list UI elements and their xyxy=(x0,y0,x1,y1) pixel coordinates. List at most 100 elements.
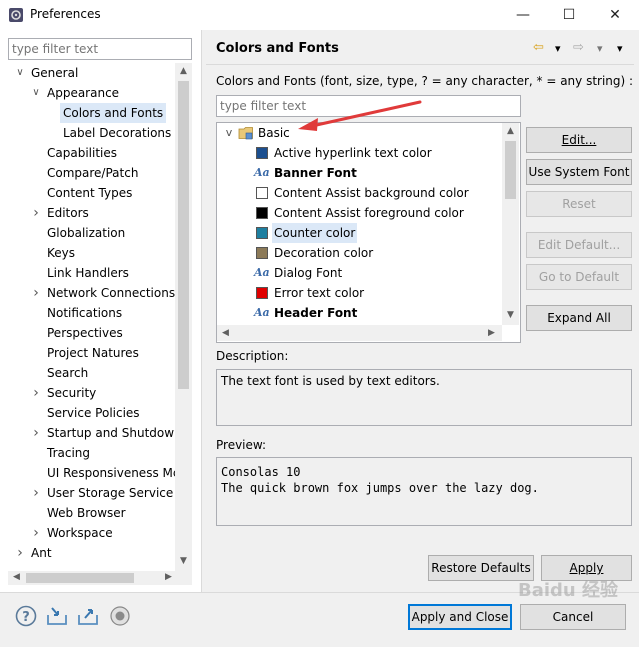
tree-item[interactable]: ∨ Appearance xyxy=(32,83,119,103)
tree-item[interactable]: › Ant xyxy=(17,543,51,563)
font-item[interactable]: Aa Header Font xyxy=(217,303,500,323)
tree-item[interactable]: Globalization xyxy=(47,223,125,243)
tree-vertical-scrollbar[interactable]: ▲ ▼ xyxy=(175,63,192,571)
expand-all-button[interactable]: Expand All xyxy=(526,305,632,331)
color-item[interactable]: Content Assist background color xyxy=(217,183,500,203)
scroll-down-arrow-icon[interactable]: ▼ xyxy=(502,307,519,324)
close-button[interactable]: ✕ xyxy=(592,0,638,30)
apply-label: Apply xyxy=(569,561,604,575)
tree-item[interactable]: › User Storage Service xyxy=(33,483,174,503)
help-icon[interactable]: ? xyxy=(15,605,37,627)
back-arrow-icon[interactable]: ⇦ xyxy=(533,40,544,55)
scroll-thumb[interactable] xyxy=(26,573,134,583)
collapsed-twisty-icon[interactable]: › xyxy=(31,523,41,543)
collapsed-twisty-icon[interactable]: › xyxy=(15,543,25,563)
tree-item[interactable]: › Network Connections xyxy=(33,283,175,303)
list-horizontal-scrollbar[interactable]: ◀ ▶ xyxy=(217,325,502,341)
collapsed-twisty-icon[interactable]: › xyxy=(31,283,41,303)
export-icon[interactable] xyxy=(77,605,99,627)
tree-item[interactable]: Tracing xyxy=(47,443,90,463)
color-item[interactable]: Decoration color xyxy=(217,243,500,263)
collapsed-twisty-icon[interactable]: › xyxy=(31,483,41,503)
tree-item-label: User Storage Service xyxy=(47,486,174,500)
record-icon[interactable] xyxy=(109,605,131,627)
color-item[interactable]: Active hyperlink text color xyxy=(217,143,500,163)
forward-dropdown-icon[interactable]: ▾ xyxy=(597,42,603,55)
back-dropdown-icon[interactable]: ▾ xyxy=(555,42,561,55)
scroll-down-arrow-icon[interactable]: ▼ xyxy=(175,553,192,570)
color-swatch-icon xyxy=(256,227,268,239)
reset-label: Reset xyxy=(562,197,596,211)
scroll-thumb[interactable] xyxy=(178,81,189,389)
tree-item[interactable]: Service Policies xyxy=(47,403,140,423)
tree-item[interactable]: Project Natures xyxy=(47,343,139,363)
description-text: The text font is used by text editors. xyxy=(221,374,440,388)
scroll-thumb[interactable] xyxy=(505,141,516,199)
scroll-left-arrow-icon[interactable]: ◀ xyxy=(217,325,234,342)
collapsed-twisty-icon[interactable]: › xyxy=(31,203,41,223)
reset-button[interactable]: Reset xyxy=(526,191,632,217)
color-item[interactable]: Counter color xyxy=(217,223,500,243)
item-label: Counter color xyxy=(272,223,358,243)
apply-button[interactable]: Apply xyxy=(541,555,632,581)
tree-item[interactable]: › Workspace xyxy=(33,523,112,543)
use-system-font-button[interactable]: Use System Font xyxy=(526,159,632,185)
tree-item-label: Colors and Fonts xyxy=(63,106,164,120)
tree-item[interactable]: UI Responsiveness Mc xyxy=(47,463,175,483)
scroll-left-arrow-icon[interactable]: ◀ xyxy=(8,569,25,586)
colors-filter-input[interactable] xyxy=(217,96,520,116)
expanded-twisty-icon[interactable]: ∨ xyxy=(31,83,41,103)
scroll-right-arrow-icon[interactable]: ▶ xyxy=(483,325,500,342)
pane-divider[interactable] xyxy=(201,30,202,592)
tree-category-basic[interactable]: v Basic xyxy=(217,123,500,143)
edit-button[interactable]: Edit... xyxy=(526,127,632,153)
tree-item[interactable]: Web Browser xyxy=(47,503,126,523)
go-to-default-button[interactable]: Go to Default xyxy=(526,264,632,290)
color-item[interactable]: Content Assist foreground color xyxy=(217,203,500,223)
tree-horizontal-scrollbar[interactable]: ◀ ▶ xyxy=(8,571,192,585)
import-icon[interactable] xyxy=(46,605,68,627)
tree-item[interactable]: Label Decorations xyxy=(63,123,171,143)
list-vertical-scrollbar[interactable]: ▲ ▼ xyxy=(502,123,519,325)
tree-item-label: Content Types xyxy=(47,186,133,200)
expanded-twisty-icon[interactable]: ∨ xyxy=(15,63,25,83)
font-item[interactable]: Aa Banner Font xyxy=(217,163,500,183)
apply-and-close-button[interactable]: Apply and Close xyxy=(408,604,512,630)
expand-twisty-icon[interactable]: v xyxy=(224,123,234,143)
tree-item-label: Network Connections xyxy=(47,286,175,300)
view-menu-icon[interactable]: ▾ xyxy=(617,42,623,55)
scroll-up-arrow-icon[interactable]: ▲ xyxy=(502,123,519,140)
tree-item[interactable]: Compare/Patch xyxy=(47,163,138,183)
forward-arrow-icon[interactable]: ⇨ xyxy=(573,40,584,55)
tree-item[interactable]: Notifications xyxy=(47,303,122,323)
tree-filter-field[interactable] xyxy=(8,38,192,60)
tree-item[interactable]: Link Handlers xyxy=(47,263,129,283)
colors-filter-field[interactable] xyxy=(216,95,521,117)
tree-item[interactable]: › Editors xyxy=(33,203,89,223)
tree-item[interactable]: Colors and Fonts xyxy=(60,103,167,123)
tree-filter-input[interactable] xyxy=(9,39,191,59)
scroll-right-arrow-icon[interactable]: ▶ xyxy=(160,569,177,586)
tree-item[interactable]: Perspectives xyxy=(47,323,123,343)
tree-item[interactable]: › Security xyxy=(33,383,96,403)
cancel-button[interactable]: Cancel xyxy=(520,604,626,630)
collapsed-twisty-icon[interactable]: › xyxy=(31,383,41,403)
tree-item[interactable]: Keys xyxy=(47,243,75,263)
edit-default-button[interactable]: Edit Default... xyxy=(526,232,632,258)
collapsed-twisty-icon[interactable]: › xyxy=(31,423,41,443)
tree-item-label: Link Handlers xyxy=(47,266,129,280)
restore-defaults-button[interactable]: Restore Defaults xyxy=(428,555,534,581)
tree-item[interactable]: ∨ General xyxy=(16,63,78,83)
tree-item[interactable]: Content Types xyxy=(47,183,132,203)
color-swatch-icon xyxy=(256,287,268,299)
color-item[interactable]: Error text color xyxy=(217,283,500,303)
maximize-button[interactable]: ☐ xyxy=(546,0,592,30)
minimize-button[interactable]: — xyxy=(500,0,546,30)
scroll-up-arrow-icon[interactable]: ▲ xyxy=(175,63,192,80)
font-icon: Aa xyxy=(254,166,270,179)
tree-item[interactable]: Capabilities xyxy=(47,143,117,163)
tree-item-label: Globalization xyxy=(47,226,126,240)
tree-item[interactable]: Search xyxy=(47,363,88,383)
tree-item[interactable]: › Startup and Shutdown xyxy=(33,423,175,443)
font-item[interactable]: Aa Dialog Font xyxy=(217,263,500,283)
